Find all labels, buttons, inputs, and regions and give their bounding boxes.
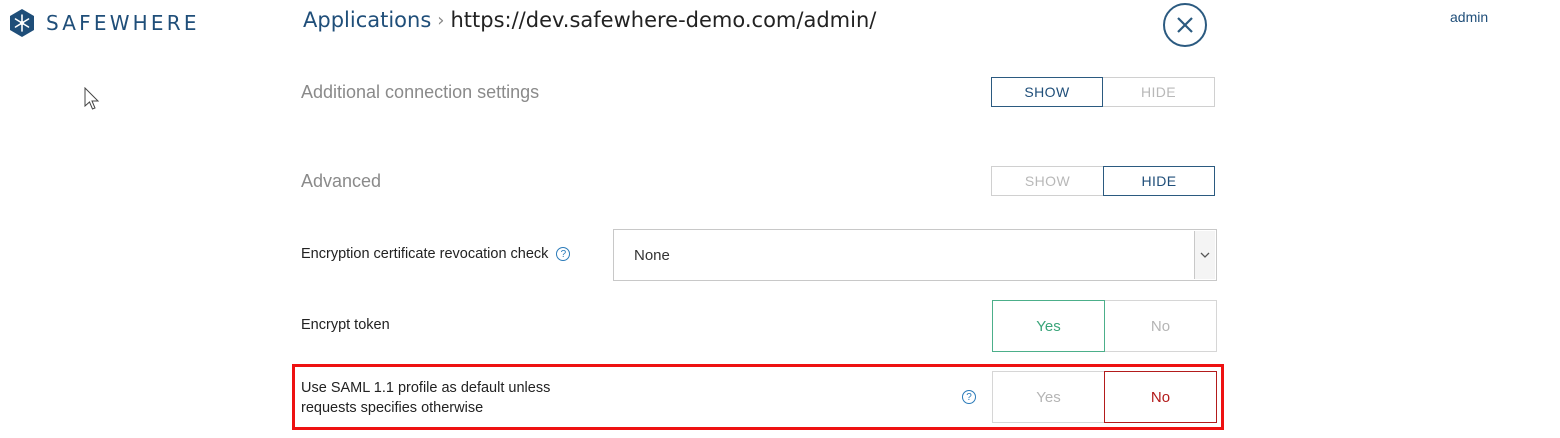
saml11-label: Use SAML 1.1 profile as default unless r… [301, 378, 550, 418]
advanced-show-button[interactable]: SHOW [991, 166, 1103, 196]
saml11-toggle: Yes No [992, 371, 1217, 423]
mouse-cursor-icon [84, 87, 100, 110]
revocation-check-label: Encryption certificate revocation check [301, 246, 549, 262]
saml11-label-line2: requests specifies otherwise [301, 400, 484, 416]
help-icon[interactable]: ? [556, 247, 571, 262]
breadcrumb-separator: › [437, 9, 445, 31]
saml11-yes-button[interactable]: Yes [992, 371, 1104, 423]
additional-hide-button[interactable]: HIDE [1103, 77, 1215, 107]
chevron-down-icon [1194, 231, 1215, 279]
additional-settings-title: Additional connection settings [301, 82, 540, 102]
revocation-check-select[interactable]: None [613, 229, 1217, 281]
page-title: https://dev.safewhere-demo.com/admin/ [450, 8, 877, 32]
brand-name: SAFEWHERE [46, 11, 200, 35]
close-button[interactable] [1163, 3, 1207, 47]
close-icon [1177, 17, 1193, 33]
saml11-help-icon[interactable]: ? [962, 390, 976, 404]
saml11-label-line1: Use SAML 1.1 profile as default unless [301, 380, 551, 396]
breadcrumb: Applications › https://dev.safewhere-dem… [303, 8, 876, 32]
advanced-hide-button[interactable]: HIDE [1103, 166, 1215, 196]
revocation-check-label-row: Encryption certificate revocation check … [301, 246, 571, 262]
user-menu[interactable]: admin [1450, 9, 1488, 25]
revocation-check-value: None [634, 246, 670, 264]
additional-settings-toggle: SHOW HIDE [991, 77, 1215, 107]
safewhere-logo-icon [10, 9, 34, 37]
brand-logo[interactable]: SAFEWHERE [8, 8, 200, 38]
encrypt-token-yes-button[interactable]: Yes [992, 300, 1105, 352]
advanced-toggle: SHOW HIDE [991, 166, 1215, 196]
advanced-title: Advanced [301, 171, 382, 191]
breadcrumb-applications-link[interactable]: Applications [303, 8, 431, 32]
saml11-no-button[interactable]: No [1104, 371, 1217, 423]
encrypt-token-toggle: Yes No [992, 300, 1217, 352]
encrypt-token-no-button[interactable]: No [1105, 300, 1217, 352]
encrypt-token-label: Encrypt token [301, 317, 390, 333]
additional-show-button[interactable]: SHOW [991, 77, 1103, 107]
